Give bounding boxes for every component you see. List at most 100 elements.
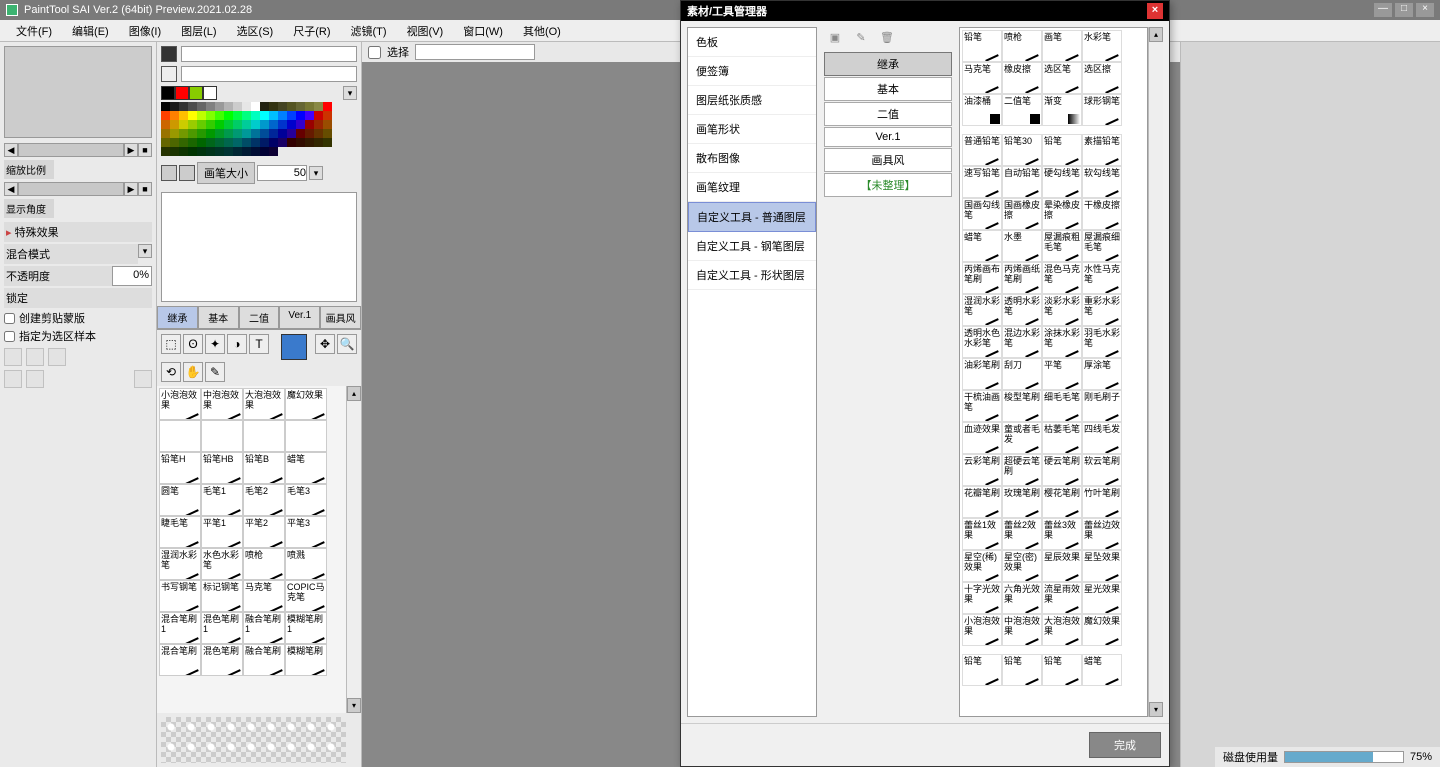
palette-cell[interactable]	[269, 129, 278, 138]
brush-item[interactable]: COPIC马克笔	[285, 580, 327, 612]
palette-cell[interactable]	[215, 138, 224, 147]
brush-grid-item[interactable]: 国画勾线笔	[962, 198, 1002, 230]
brush-grid-item[interactable]: 星空(稀)效果	[962, 550, 1002, 582]
tool-tab[interactable]: 继承	[157, 306, 198, 329]
category-item[interactable]: 便签簿	[688, 57, 816, 86]
shape-indicator-1[interactable]	[161, 165, 177, 181]
zoom-slider[interactable]	[18, 143, 124, 157]
category-item[interactable]: 画笔形状	[688, 115, 816, 144]
palette-cell[interactable]	[287, 138, 296, 147]
palette-cell[interactable]	[269, 111, 278, 120]
category-item[interactable]: 画笔纹理	[688, 173, 816, 202]
delete-layer-icon[interactable]	[134, 370, 152, 388]
palette-cell[interactable]	[179, 129, 188, 138]
shape-indicator-2[interactable]	[179, 165, 195, 181]
palette-cell[interactable]	[251, 111, 260, 120]
brush-grid-item[interactable]: 蕾丝1效果	[962, 518, 1002, 550]
brush-item[interactable]: 马克笔	[243, 580, 285, 612]
palette-cell[interactable]	[278, 129, 287, 138]
palette-cell[interactable]	[206, 120, 215, 129]
clear-layer-icon[interactable]	[26, 370, 44, 388]
brush-grid-scrollbar[interactable]: ▴▾	[1148, 27, 1163, 717]
palette-cell[interactable]	[206, 129, 215, 138]
palette-cell[interactable]	[188, 111, 197, 120]
palette-cell[interactable]	[269, 147, 278, 156]
palette-cell[interactable]	[314, 138, 323, 147]
delete-group-icon[interactable]: 🗑	[879, 31, 895, 47]
blend-mode-dropdown[interactable]: ▾	[138, 244, 152, 258]
brush-grid-item[interactable]: 选区笔	[1042, 62, 1082, 94]
menu-item[interactable]: 尺子(R)	[283, 23, 340, 39]
palette-cell[interactable]	[278, 120, 287, 129]
brush-item[interactable]: 蜡笔	[285, 452, 327, 484]
rect-select-icon[interactable]: ⬚	[161, 334, 181, 354]
palette-cell[interactable]	[179, 102, 188, 111]
brush-grid-item[interactable]: 星光效果	[1082, 582, 1122, 614]
brush-grid-item[interactable]: 刮刀	[1002, 358, 1042, 390]
category-item[interactable]: 自定义工具 - 普通图层	[688, 202, 816, 232]
brush-grid-item[interactable]: 国画橡皮擦	[1002, 198, 1042, 230]
close-button[interactable]: ×	[1416, 3, 1434, 17]
palette-cell[interactable]	[233, 138, 242, 147]
palette-cell[interactable]	[233, 120, 242, 129]
brush-item[interactable]: 小泡泡效果	[159, 388, 201, 420]
brush-item[interactable]: 书写钢笔	[159, 580, 201, 612]
palette-cell[interactable]	[260, 129, 269, 138]
merge-down-icon[interactable]	[4, 370, 22, 388]
palette-cell[interactable]	[161, 147, 170, 156]
brush-item[interactable]: 混合笔刷1	[159, 612, 201, 644]
palette-cell[interactable]	[296, 138, 305, 147]
new-folder-icon[interactable]	[26, 348, 44, 366]
brush-item[interactable]: 喷枪	[243, 548, 285, 580]
new-layer-icon[interactable]	[4, 348, 22, 366]
palette-cell[interactable]	[224, 138, 233, 147]
brush-item[interactable]: 魔幻效果	[285, 388, 327, 420]
brush-grid-item[interactable]: 软云笔刷	[1082, 454, 1122, 486]
brush-item[interactable]: 平笔1	[201, 516, 243, 548]
modal-close-button[interactable]: ×	[1147, 3, 1163, 19]
brush-grid-item[interactable]: 自动铅笔	[1002, 166, 1042, 198]
palette-cell[interactable]	[215, 147, 224, 156]
brush-grid-item[interactable]: 球形钢笔	[1082, 94, 1122, 126]
palette-cell[interactable]	[224, 147, 233, 156]
brush-list-scrollbar[interactable]: ▴▾	[346, 386, 361, 713]
palette-cell[interactable]	[323, 102, 332, 111]
palette-cell[interactable]	[296, 129, 305, 138]
tool-tab[interactable]: 基本	[198, 306, 239, 329]
palette-cell[interactable]	[323, 129, 332, 138]
tool-tab[interactable]: 画具风	[320, 306, 361, 329]
brush-grid-item[interactable]: 蕾丝边效果	[1082, 518, 1122, 550]
menu-item[interactable]: 选区(S)	[227, 23, 284, 39]
brush-grid-item[interactable]: 铅笔	[1042, 654, 1082, 686]
palette-cell[interactable]	[179, 147, 188, 156]
palette-cell[interactable]	[269, 120, 278, 129]
palette-cell[interactable]	[188, 147, 197, 156]
palette-cell[interactable]	[314, 111, 323, 120]
palette-cell[interactable]	[260, 147, 269, 156]
brush-grid-item[interactable]: 透明水色水彩笔	[962, 326, 1002, 358]
palette-cell[interactable]	[278, 102, 287, 111]
palette-cell[interactable]	[161, 111, 170, 120]
palette-cell[interactable]	[188, 129, 197, 138]
palette-cell[interactable]	[251, 120, 260, 129]
palette-cell[interactable]	[314, 102, 323, 111]
brush-grid-item[interactable]: 水墨	[1002, 230, 1042, 262]
brush-grid-item[interactable]: 二值笔	[1002, 94, 1042, 126]
brush-item[interactable]: 水色水彩笔	[201, 548, 243, 580]
brush-grid-item[interactable]: 淡彩水彩笔	[1042, 294, 1082, 326]
brush-grid-item[interactable]: 干梳油画笔	[962, 390, 1002, 422]
brush-grid-item[interactable]: 蜡笔	[1082, 654, 1122, 686]
brush-item[interactable]: 平笔3	[285, 516, 327, 548]
palette-cell[interactable]	[305, 138, 314, 147]
brush-grid-item[interactable]: 喷枪	[1002, 30, 1042, 62]
brush-grid-item[interactable]: 渐变	[1042, 94, 1082, 126]
brush-item[interactable]: 毛笔1	[201, 484, 243, 516]
swatch[interactable]	[203, 86, 217, 100]
angle-plus[interactable]: ▶	[124, 182, 138, 196]
color-input-1[interactable]	[181, 46, 357, 62]
brush-grid-item[interactable]: 软勾线笔	[1082, 166, 1122, 198]
brush-grid-item[interactable]: 晕染橡皮擦	[1042, 198, 1082, 230]
category-item[interactable]: 自定义工具 - 形状图层	[688, 261, 816, 290]
brush-grid-item[interactable]: 画笔	[1042, 30, 1082, 62]
angle-slider[interactable]	[18, 182, 124, 196]
